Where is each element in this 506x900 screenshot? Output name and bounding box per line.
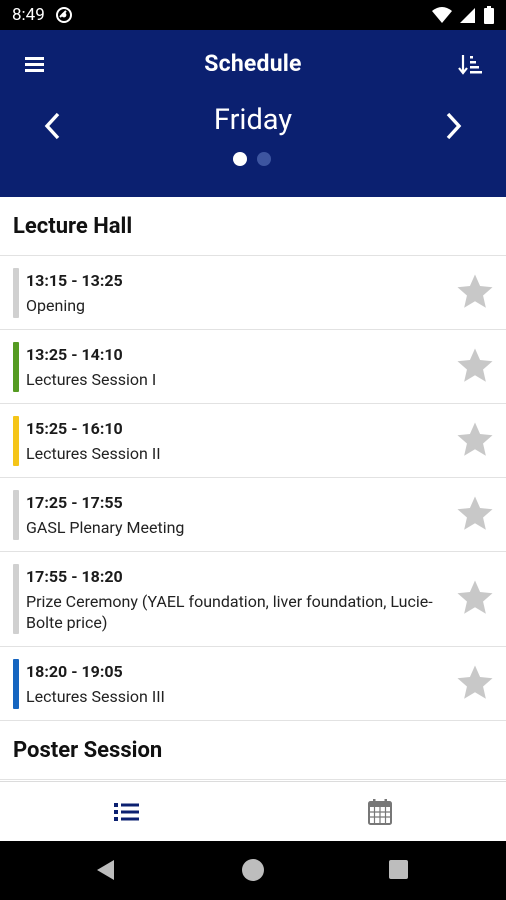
schedule-list[interactable]: Lecture Hall 13:15 - 13:25 Opening 13:25… [0, 197, 506, 781]
session-row[interactable]: 13:25 - 14:10 Lectures Session I [0, 330, 506, 404]
bottom-navigation [0, 781, 506, 841]
star-icon[interactable] [454, 493, 496, 535]
star-icon[interactable] [454, 271, 496, 313]
session-color-bar [13, 416, 19, 466]
do-not-disturb-icon [55, 7, 72, 23]
session-time: 17:55 - 18:20 [26, 567, 123, 586]
star-icon[interactable] [454, 662, 496, 704]
star-icon[interactable] [454, 345, 496, 387]
back-icon[interactable] [94, 858, 116, 882]
session-color-bar [13, 490, 19, 540]
cellular-signal-icon [460, 8, 475, 23]
page-title: Schedule [204, 50, 302, 77]
page-dot[interactable] [257, 152, 271, 166]
list-icon[interactable] [110, 796, 142, 828]
session-name: Lectures Session III [26, 687, 165, 706]
schedule-header: Schedule Friday [0, 30, 506, 197]
session-name: Lectures Session II [26, 444, 161, 463]
system-navigation-bar [0, 841, 506, 900]
session-time: 17:25 - 17:55 [26, 493, 123, 512]
session-row[interactable]: 18:20 - 19:05 Lectures Session III [0, 647, 506, 721]
session-row[interactable]: 17:55 - 18:20 Prize Ceremony (YAEL found… [0, 552, 506, 647]
status-bar: 8:49 [0, 0, 506, 30]
chevron-right-icon[interactable] [438, 108, 468, 144]
session-time: 13:25 - 14:10 [26, 345, 123, 364]
status-time: 8:49 [12, 5, 45, 25]
session-row[interactable]: 17:25 - 17:55 GASL Plenary Meeting [0, 478, 506, 552]
session-name: Lectures Session I [26, 370, 157, 389]
session-row[interactable]: 13:15 - 13:25 Opening [0, 256, 506, 330]
session-row[interactable]: 15:25 - 16:10 Lectures Session II [0, 404, 506, 478]
session-time: 15:25 - 16:10 [26, 419, 123, 438]
session-color-bar [13, 268, 19, 318]
session-color-bar [13, 659, 19, 709]
sort-icon[interactable] [455, 50, 485, 80]
session-name: Prize Ceremony (YAEL foundation, liver f… [26, 592, 433, 632]
session-name: GASL Plenary Meeting [26, 518, 185, 537]
calendar-icon[interactable] [364, 796, 396, 828]
home-icon[interactable] [242, 859, 264, 881]
session-name: Opening [26, 296, 86, 315]
star-icon[interactable] [454, 419, 496, 461]
battery-icon [484, 6, 494, 24]
page-dot-active[interactable] [233, 152, 247, 166]
star-icon[interactable] [454, 577, 496, 619]
page-indicator [233, 152, 271, 166]
session-color-bar [13, 342, 19, 392]
section-header-lecture-hall: Lecture Hall [0, 197, 506, 256]
section-header-poster-session: Poster Session [0, 721, 506, 780]
recents-icon[interactable] [389, 860, 408, 879]
day-label: Friday [213, 103, 293, 137]
session-time: 13:15 - 13:25 [26, 271, 123, 290]
session-time: 18:20 - 19:05 [26, 662, 123, 681]
wifi-icon [432, 7, 452, 23]
session-color-bar [13, 564, 19, 634]
